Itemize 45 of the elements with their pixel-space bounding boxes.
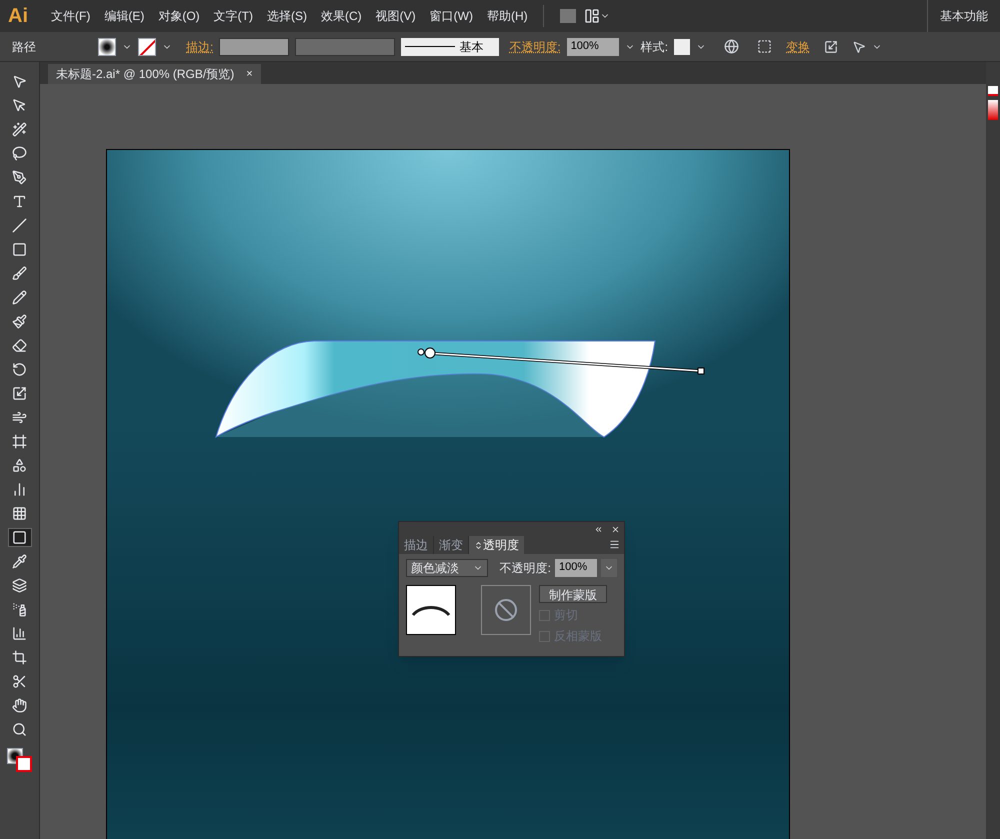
fill-swatch[interactable] [98, 38, 116, 56]
collapse-panel-button[interactable] [594, 524, 603, 534]
pointer-options-icon[interactable] [852, 40, 866, 54]
menu-item[interactable]: 视图(V) [368, 7, 423, 25]
menu-item[interactable]: 效果(C) [314, 7, 369, 25]
document-tab[interactable]: 未标题-2.ai* @ 100% (RGB/预览) × [48, 64, 261, 84]
opacity-field[interactable]: 100% [566, 38, 619, 56]
menu-item[interactable]: 选择(S) [260, 7, 314, 25]
stroke-none-icon[interactable] [988, 86, 998, 96]
style-label: 样式: [640, 38, 668, 56]
selection-type-label: 路径 [12, 38, 37, 56]
stroke-swatch[interactable] [138, 38, 156, 56]
style-swatch[interactable] [674, 38, 690, 54]
gradient-annotator[interactable] [416, 347, 706, 377]
tab-close-button[interactable]: × [246, 66, 253, 82]
stroke-link[interactable]: 描边: [186, 38, 214, 56]
transform-link[interactable]: 变换 [786, 38, 810, 56]
menu-item[interactable]: 文字(T) [206, 7, 260, 25]
recolor-icon[interactable] [724, 39, 740, 54]
menu-item[interactable]: 编辑(E) [97, 7, 152, 25]
panel-menu-icon[interactable] [609, 539, 620, 550]
expand-options-icon [474, 540, 483, 550]
panel-tab[interactable]: 描边 [399, 536, 434, 554]
gradient-swatch-icon[interactable] [988, 100, 998, 120]
close-panel-button[interactable] [611, 524, 620, 534]
panel-tab[interactable]: 透明度 [469, 536, 524, 554]
align-icon[interactable] [757, 39, 772, 54]
menu-item[interactable]: 窗口(W) [422, 7, 480, 25]
blend-mode-dropdown[interactable]: 颜色减淡 [406, 559, 488, 577]
bridge-button[interactable] [560, 9, 576, 23]
menu-item[interactable]: 对象(O) [151, 7, 207, 25]
arrange-documents-icon[interactable] [584, 8, 600, 24]
make-mask-button[interactable]: 制作蒙版 [539, 585, 607, 603]
stroke-weight-field[interactable] [219, 38, 290, 56]
app-logo: Ai [7, 4, 29, 29]
opacity-label: 不透明度: [500, 560, 551, 577]
menu-item[interactable]: 文件(F) [44, 7, 98, 25]
object-thumbnail [406, 585, 456, 635]
no-mask-icon [494, 598, 518, 622]
fill-stroke-swatches-icon[interactable] [6, 748, 32, 772]
menu-item[interactable]: 帮助(H) [480, 7, 535, 25]
opacity-field[interactable]: 100% [555, 559, 597, 577]
opacity-link[interactable]: 不透明度: [509, 38, 561, 56]
variable-width-field[interactable] [295, 38, 396, 56]
brush-profile-field[interactable]: 基本 [401, 38, 500, 56]
